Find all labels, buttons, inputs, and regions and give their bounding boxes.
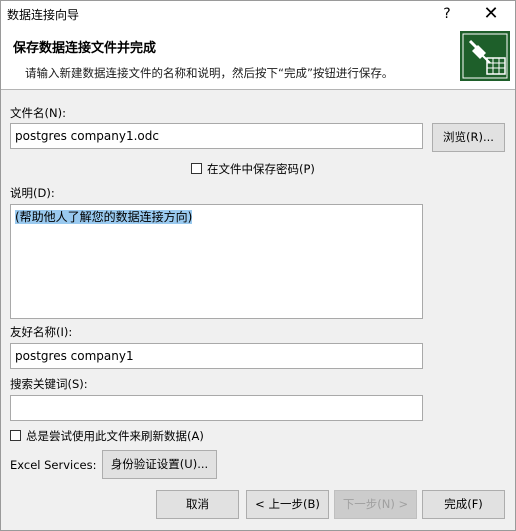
always-refresh-label: 总是尝试使用此文件来刷新数据(A) <box>26 429 204 443</box>
next-button[interactable]: 下一步(N) > <box>334 490 417 519</box>
back-button[interactable]: < 上一步(B) <box>246 490 329 519</box>
file-name-label: 文件名(N): <box>10 106 66 120</box>
save-password-checkbox[interactable] <box>191 163 202 174</box>
friendly-name-label: 友好名称(I): <box>10 325 73 339</box>
header-subtitle: 请输入新建数据连接文件的名称和说明，然后按下“完成”按钮进行保存。 <box>25 66 394 80</box>
always-refresh-checkbox[interactable] <box>10 430 21 441</box>
file-name-input[interactable] <box>10 123 423 149</box>
data-connection-plug-icon <box>460 31 510 81</box>
browse-button[interactable]: 浏览(R)... <box>432 123 505 152</box>
keywords-label: 搜索关键词(S): <box>10 377 88 391</box>
keywords-input[interactable] <box>10 395 423 421</box>
excel-services-label: Excel Services: <box>10 458 97 472</box>
close-button[interactable]: ✕ <box>473 1 509 27</box>
friendly-name-input[interactable] <box>10 343 423 369</box>
description-text: (帮助他人了解您的数据连接方向) <box>15 210 193 224</box>
help-button[interactable]: ? <box>429 1 465 27</box>
description-label: 说明(D): <box>10 186 55 200</box>
data-connection-wizard-dialog: 数据连接向导 ? ✕ 保存数据连接文件并完成 请输入新建数据连接文件的名称和说明… <box>0 0 516 531</box>
cancel-button[interactable]: 取消 <box>156 490 239 519</box>
title-bar: 数据连接向导 ? ✕ <box>1 1 515 27</box>
header-title: 保存数据连接文件并完成 <box>13 41 157 56</box>
description-textarea[interactable]: (帮助他人了解您的数据连接方向) <box>10 204 423 319</box>
save-password-label: 在文件中保存密码(P) <box>207 162 315 176</box>
window-title: 数据连接向导 <box>7 8 80 22</box>
authentication-settings-button[interactable]: 身份验证设置(U)... <box>102 450 217 479</box>
wizard-header: 保存数据连接文件并完成 请输入新建数据连接文件的名称和说明，然后按下“完成”按钮… <box>1 27 515 90</box>
finish-button[interactable]: 完成(F) <box>422 490 505 519</box>
